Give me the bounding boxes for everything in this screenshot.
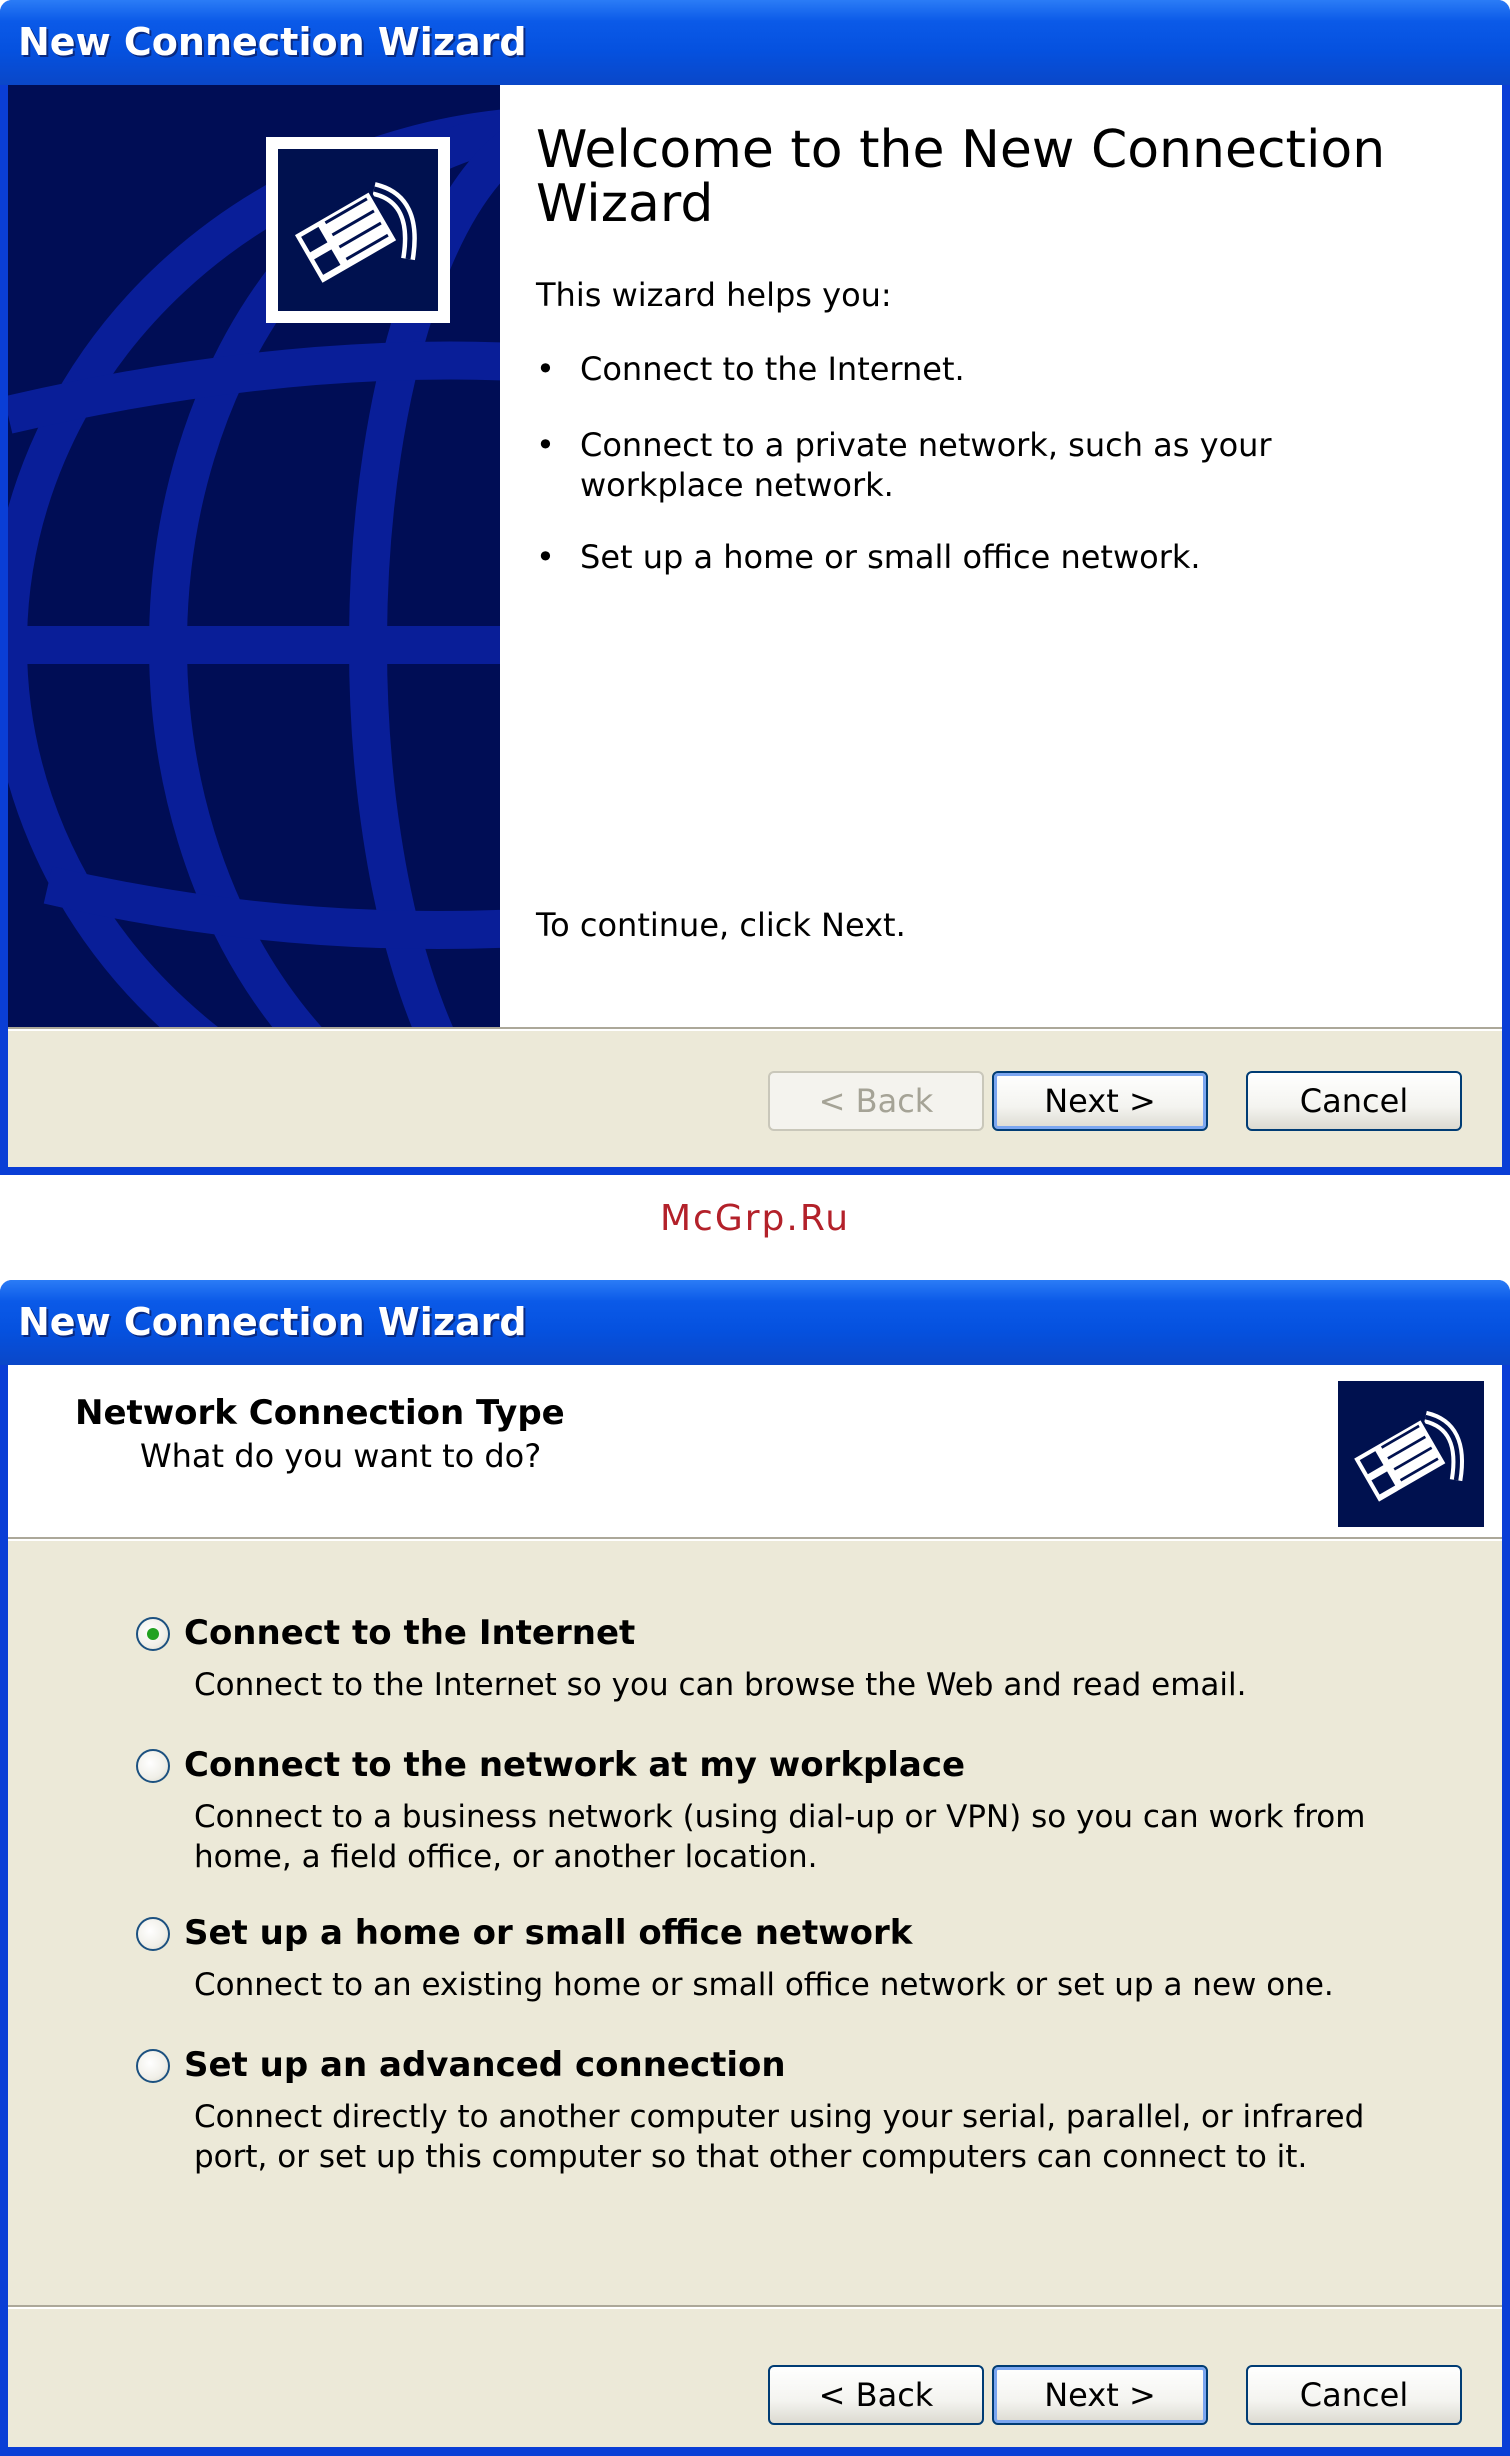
network-cable-plug-icon xyxy=(1338,1381,1484,1527)
option-description: Connect to the Internet so you can brows… xyxy=(194,1667,1247,1703)
bullet-text: Connect to the Internet. xyxy=(580,350,965,388)
radio-unchecked-icon[interactable] xyxy=(136,2049,170,2083)
button-separator xyxy=(8,1027,1502,1031)
wizard-side-banner xyxy=(8,85,500,1027)
connection-type-window: New Connection Wizard Network Connection… xyxy=(0,1280,1510,2456)
radio-unchecked-icon[interactable] xyxy=(136,1917,170,1951)
option-label[interactable]: Connect to the network at my workplace xyxy=(184,1745,965,1785)
welcome-content-panel: Welcome to the New Connection Wizard Thi… xyxy=(500,85,1502,1027)
bullet-text: Connect to a private network, such as yo… xyxy=(580,426,1272,504)
welcome-wizard-window: New Connection Wizard Welcome to the New… xyxy=(0,0,1510,1175)
next-button[interactable]: Next > xyxy=(992,1071,1208,1131)
header-separator xyxy=(8,1537,1502,1541)
back-button[interactable]: < Back xyxy=(768,1071,984,1131)
option-description: Connect to a business network (using dia… xyxy=(194,1799,1366,1875)
page-title: Network Connection Type xyxy=(75,1393,565,1433)
radio-unchecked-icon[interactable] xyxy=(136,1749,170,1783)
wizard-logo-frame xyxy=(266,137,450,323)
back-button[interactable]: < Back xyxy=(768,2365,984,2425)
radio-checked-icon[interactable] xyxy=(136,1617,170,1651)
option-label[interactable]: Set up an advanced connection xyxy=(184,2045,786,2085)
option-description: Connect directly to another computer usi… xyxy=(194,2099,1365,2175)
title-bar[interactable]: New Connection Wizard xyxy=(0,0,1510,85)
wizard-client-area: Network Connection Type What do you want… xyxy=(8,1365,1502,2447)
option-description: Connect to an existing home or small off… xyxy=(194,1967,1334,2003)
cancel-button[interactable]: Cancel xyxy=(1246,2365,1462,2425)
intro-text: This wizard helps you: xyxy=(536,276,892,314)
next-button[interactable]: Next > xyxy=(992,2365,1208,2425)
window-title: New Connection Wizard xyxy=(18,20,527,64)
title-bar[interactable]: New Connection Wizard xyxy=(0,1280,1510,1365)
wizard-client-area: Welcome to the New Connection Wizard Thi… xyxy=(8,85,1502,1167)
bullet-text: Set up a home or small office network. xyxy=(580,538,1201,576)
welcome-heading: Welcome to the New Connection Wizard xyxy=(536,120,1386,234)
option-label[interactable]: Set up a home or small office network xyxy=(184,1913,912,1953)
network-cable-plug-icon xyxy=(278,149,438,311)
button-separator xyxy=(8,2305,1502,2309)
window-title: New Connection Wizard xyxy=(18,1300,527,1344)
page-subtitle: What do you want to do? xyxy=(140,1437,542,1475)
watermark-text: McGrp.Ru xyxy=(659,1198,851,1239)
wizard-header: Network Connection Type What do you want… xyxy=(8,1365,1502,1537)
cancel-button[interactable]: Cancel xyxy=(1246,1071,1462,1131)
continue-text: To continue, click Next. xyxy=(536,906,906,944)
option-label[interactable]: Connect to the Internet xyxy=(184,1613,635,1653)
